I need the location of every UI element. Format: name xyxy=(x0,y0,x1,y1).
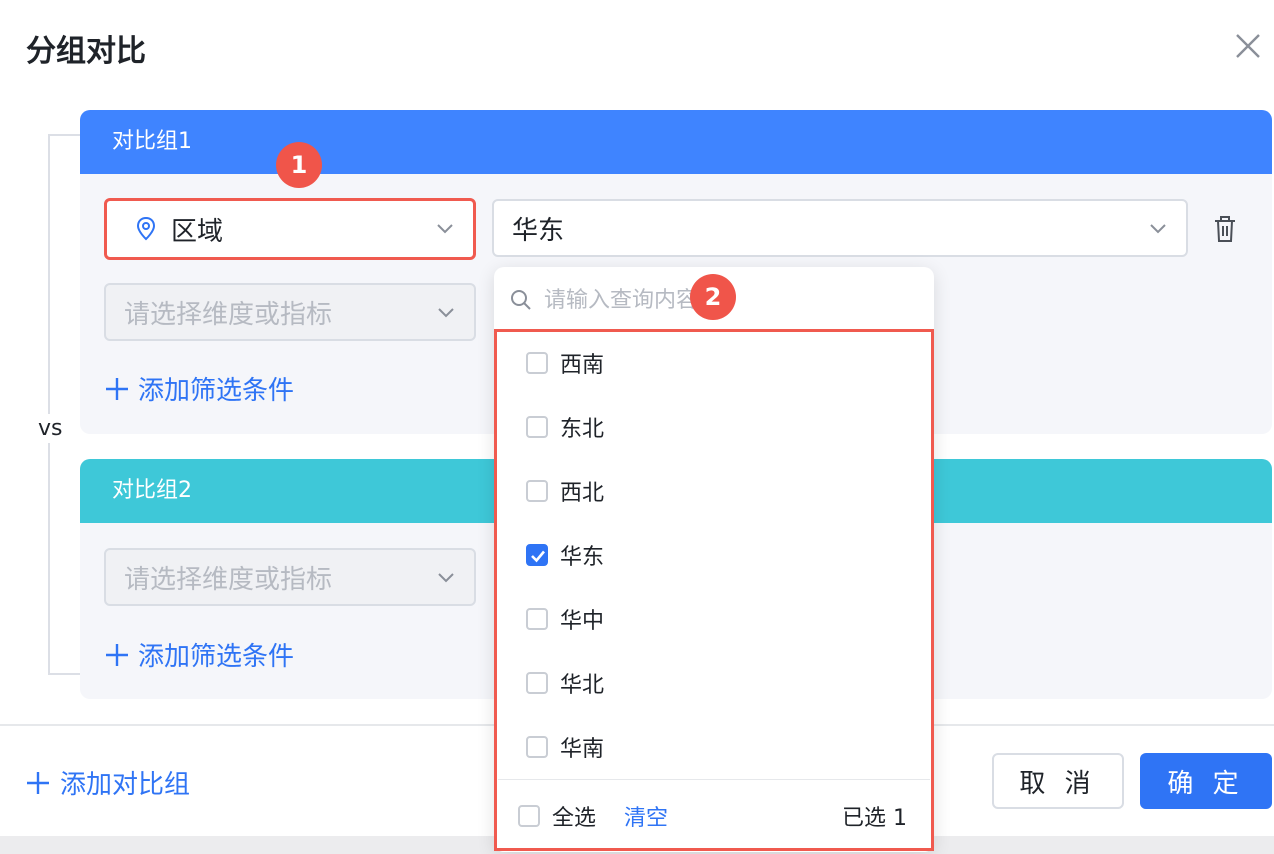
checkbox[interactable] xyxy=(526,480,548,502)
group-2-add-filter-label: 添加筛选条件 xyxy=(138,642,295,672)
annotation-badge-1: 1 xyxy=(276,142,322,188)
plus-icon xyxy=(106,377,128,400)
option-label: 西南 xyxy=(560,353,605,378)
option-label: 华东 xyxy=(560,545,605,570)
option-label: 东北 xyxy=(560,417,605,442)
option-label: 西北 xyxy=(560,481,605,506)
selected-count: 已选 1 xyxy=(842,806,907,831)
checkbox[interactable] xyxy=(526,672,548,694)
chevron-down-icon xyxy=(437,224,453,234)
chevron-down-icon xyxy=(438,308,454,318)
option-item[interactable]: 西北 xyxy=(526,471,604,511)
chevron-down-icon xyxy=(1150,224,1166,234)
group-1-field-select[interactable]: 请选择维度或指标 xyxy=(104,283,476,341)
value-select[interactable]: 华东 xyxy=(492,199,1188,257)
checkbox-checked[interactable] xyxy=(526,544,548,566)
option-item[interactable]: 西南 xyxy=(526,343,604,383)
option-item[interactable]: 华中 xyxy=(526,599,604,639)
group-1-field-placeholder: 请选择维度或指标 xyxy=(124,299,333,330)
check-icon xyxy=(531,550,545,563)
value-select-value: 华东 xyxy=(512,215,565,246)
search-icon xyxy=(511,290,531,310)
checkbox[interactable] xyxy=(526,416,548,438)
confirm-button[interactable]: 确 定 xyxy=(1140,753,1272,809)
add-group-label: 添加对比组 xyxy=(60,770,191,800)
chevron-down-icon xyxy=(438,573,454,583)
option-item[interactable]: 华东 xyxy=(526,535,604,575)
close-icon[interactable] xyxy=(1232,30,1264,62)
group-2-field-select[interactable]: 请选择维度或指标 xyxy=(104,548,476,606)
select-all-checkbox[interactable] xyxy=(518,805,540,827)
group-1-add-filter-button[interactable]: 添加筛选条件 xyxy=(104,370,294,407)
trash-icon[interactable] xyxy=(1212,214,1238,244)
clear-button[interactable]: 清空 xyxy=(624,800,668,832)
option-item[interactable]: 东北 xyxy=(526,407,604,447)
dropdown-footer-divider xyxy=(498,779,930,780)
option-label: 华南 xyxy=(560,737,605,762)
checkbox[interactable] xyxy=(526,736,548,758)
dimension-select[interactable]: 区域 xyxy=(104,198,476,260)
plus-icon xyxy=(27,771,49,794)
checkbox[interactable] xyxy=(526,608,548,630)
option-item[interactable]: 华北 xyxy=(526,663,604,703)
annotation-badge-2: 2 xyxy=(690,274,736,320)
dimension-select-value: 区域 xyxy=(171,216,224,247)
option-label: 华北 xyxy=(560,673,605,698)
dialog-title: 分组对比 xyxy=(26,34,146,69)
option-item[interactable]: 华南 xyxy=(526,727,604,767)
select-all-label: 全选 xyxy=(552,806,597,831)
vs-bracket xyxy=(48,134,82,675)
cancel-button[interactable]: 取 消 xyxy=(992,753,1124,809)
group-2-field-placeholder: 请选择维度或指标 xyxy=(124,564,333,595)
group-1-title: 对比组1 xyxy=(80,110,1272,174)
checkbox[interactable] xyxy=(526,352,548,374)
vs-label: vs xyxy=(36,414,65,443)
group-2-add-filter-button[interactable]: 添加筛选条件 xyxy=(104,636,294,673)
location-pin-icon xyxy=(136,216,156,241)
group-1-add-filter-label: 添加筛选条件 xyxy=(138,376,295,406)
select-all-item[interactable]: 全选 xyxy=(518,800,596,832)
plus-icon xyxy=(106,643,128,666)
option-label: 华中 xyxy=(560,609,605,634)
add-group-button[interactable]: 添加对比组 xyxy=(26,764,190,801)
